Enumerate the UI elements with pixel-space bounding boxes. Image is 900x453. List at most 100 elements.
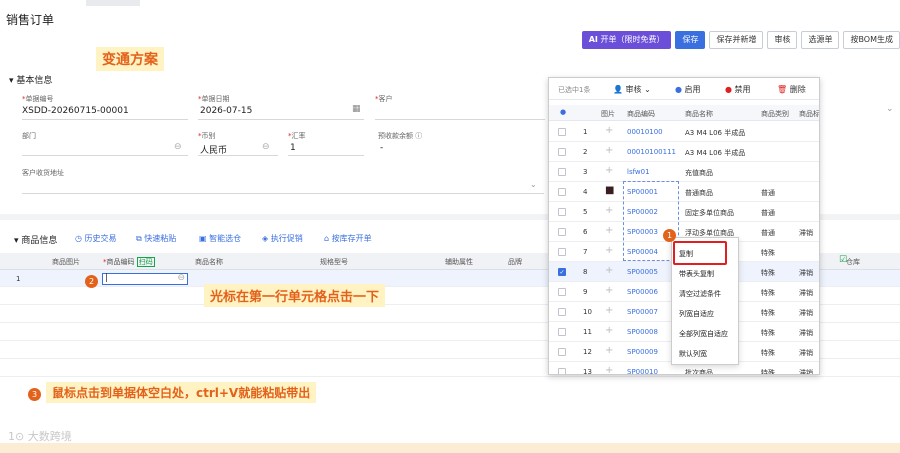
add-image-icon[interactable]: + — [605, 325, 613, 336]
menu-clear-filter[interactable]: 清空过滤条件 — [679, 289, 721, 299]
help-icon[interactable]: ⓘ — [415, 132, 422, 140]
save-button[interactable]: 保存 — [675, 31, 706, 49]
add-image-icon[interactable]: + — [605, 245, 613, 256]
row-checkbox[interactable] — [558, 348, 566, 356]
popup-table-row[interactable]: 2 00010100111 A3 M4 L06 半成品 + — [549, 142, 819, 162]
col-name[interactable]: 商品名称 — [195, 257, 223, 267]
text-cursor: | — [105, 273, 109, 283]
product-code[interactable]: SP00006 — [627, 288, 658, 296]
dept-underline[interactable] — [22, 155, 188, 156]
row-checkbox[interactable] — [558, 188, 566, 196]
add-image-icon[interactable]: + — [605, 285, 613, 296]
product-code[interactable]: 00010100111 — [627, 148, 676, 156]
add-image-icon[interactable]: + — [605, 165, 613, 176]
product-tag: 滞销 — [799, 229, 813, 237]
popup-table-row[interactable]: 3 lsfw01 充值商品 + — [549, 162, 819, 182]
row-number: 1 — [16, 275, 21, 283]
popup-table-row[interactable]: 4 SP00001 普通商品 普通 ■ — [549, 182, 819, 202]
row-number: 2 — [583, 148, 588, 156]
row-checkbox[interactable] — [558, 148, 566, 156]
row-checkbox[interactable] — [558, 308, 566, 316]
col-brand[interactable]: 品牌 — [508, 257, 522, 267]
rate-value[interactable]: 1 — [290, 143, 296, 153]
product-category: 特殊 — [761, 329, 775, 337]
add-image-icon[interactable]: + — [605, 305, 613, 316]
expand-chevron-icon[interactable]: ⌄ — [886, 104, 894, 114]
row-checkbox[interactable] — [558, 128, 566, 136]
popup-delete-button[interactable]: 🗑 删除 — [777, 84, 806, 95]
popup-table-row[interactable]: 5 SP00002 固定多单位商品 普通 + — [549, 202, 819, 222]
address-chevron-icon[interactable]: ⌄ — [530, 180, 537, 189]
add-image-icon[interactable]: + — [605, 265, 613, 276]
warehouse-check-icon[interactable]: ☑ — [839, 255, 847, 265]
row-checkbox[interactable] — [558, 168, 566, 176]
add-image-icon[interactable]: + — [605, 365, 613, 374]
stock-order-link[interactable]: ⌂ 按库存开单 — [324, 233, 372, 244]
audit-button[interactable]: 审核 — [767, 31, 798, 49]
smart-warehouse-link[interactable]: ▣ 智能选仓 — [199, 233, 241, 244]
date-value[interactable]: 2026-07-15 — [200, 106, 252, 116]
product-code[interactable]: SP00010 — [627, 368, 658, 374]
col-code[interactable]: *商品编码 扫码 — [103, 257, 155, 267]
product-code[interactable]: SP00009 — [627, 348, 658, 356]
add-image-icon[interactable]: + — [605, 225, 613, 236]
col-spec[interactable]: 规格型号 — [320, 257, 348, 267]
add-image-icon[interactable]: + — [605, 205, 613, 216]
row-number: 4 — [583, 188, 588, 196]
menu-copy-with-header[interactable]: 带表头复制 — [679, 269, 714, 279]
popup-enable-button[interactable]: ● 启用 — [675, 84, 701, 95]
menu-default-width[interactable]: 默认列宽 — [679, 349, 707, 359]
active-tab-indicator[interactable] — [86, 0, 140, 6]
caret-down-icon[interactable]: ▾ — [14, 236, 19, 246]
save-new-button[interactable]: 保存并新增 — [709, 31, 764, 49]
scan-badge[interactable]: 扫码 — [136, 257, 155, 267]
code-cell-input[interactable]: | ⊖ — [102, 273, 188, 285]
product-tag: 滞销 — [799, 309, 813, 317]
row-checkbox[interactable]: ✓ — [558, 268, 566, 276]
cell-clear-icon[interactable]: ⊖ — [177, 273, 185, 283]
product-code[interactable]: SP00008 — [627, 328, 658, 336]
product-code[interactable]: 00010100 — [627, 128, 663, 136]
col-warehouse[interactable]: 仓库 — [846, 257, 860, 267]
row-checkbox[interactable] — [558, 328, 566, 336]
product-code[interactable]: SP00007 — [627, 308, 658, 316]
product-code[interactable]: SP00005 — [627, 268, 658, 276]
dept-clear-icon[interactable]: ⊖ — [174, 142, 182, 152]
popup-col-category[interactable]: 商品类别 — [761, 109, 789, 119]
popup-col-image[interactable]: 图片 — [601, 109, 615, 119]
col-aux[interactable]: 辅助属性 — [445, 257, 473, 267]
doc-no-value[interactable]: XSDD-20260715-00001 — [22, 106, 129, 116]
popup-col-name[interactable]: 商品名称 — [685, 109, 713, 119]
currency-clear-icon[interactable]: ⊖ — [262, 142, 270, 152]
popup-col-code[interactable]: 商品编码 — [627, 109, 655, 119]
calendar-icon[interactable]: ▦ — [352, 104, 361, 114]
add-image-icon[interactable]: + — [605, 345, 613, 356]
add-image-icon[interactable]: + — [605, 125, 613, 136]
menu-all-col-autofit[interactable]: 全部列宽自适应 — [679, 329, 728, 339]
add-image-icon[interactable]: + — [605, 145, 613, 156]
row-checkbox[interactable] — [558, 228, 566, 236]
customer-underline[interactable] — [375, 119, 545, 120]
caret-down-icon[interactable]: ▾ — [9, 76, 14, 86]
address-underline[interactable] — [22, 193, 544, 194]
popup-disable-button[interactable]: ● 禁用 — [725, 84, 751, 95]
bom-generate-button[interactable]: 按BOM生成 — [843, 31, 900, 49]
popup-audit-button[interactable]: 👤 审核 ⌄ — [613, 84, 651, 95]
popup-table-row[interactable]: 1 00010100 A3 M4 L06 半成品 + — [549, 122, 819, 142]
menu-copy[interactable]: 复制 — [679, 249, 693, 259]
quick-paste-link[interactable]: ⧉ 快速粘贴 — [136, 233, 176, 244]
product-thumbnail[interactable]: ■ — [605, 185, 614, 196]
row-checkbox[interactable] — [558, 248, 566, 256]
promotion-link[interactable]: ◈ 执行促销 — [262, 233, 303, 244]
select-source-button[interactable]: 选源单 — [801, 31, 840, 49]
col-image[interactable]: 商品图片 — [52, 257, 80, 267]
ai-order-button[interactable]: AI 开单（限时免费） — [581, 31, 672, 49]
row-checkbox[interactable] — [558, 288, 566, 296]
row-checkbox[interactable] — [558, 368, 566, 374]
history-trade-link[interactable]: ◷ 历史交易 — [75, 233, 117, 244]
doc-no-underline — [22, 119, 188, 120]
menu-col-autofit[interactable]: 列宽自适应 — [679, 309, 714, 319]
popup-col-tag[interactable]: 商品标 — [799, 109, 819, 119]
row-checkbox[interactable] — [558, 208, 566, 216]
product-code[interactable]: lsfw01 — [627, 168, 650, 176]
